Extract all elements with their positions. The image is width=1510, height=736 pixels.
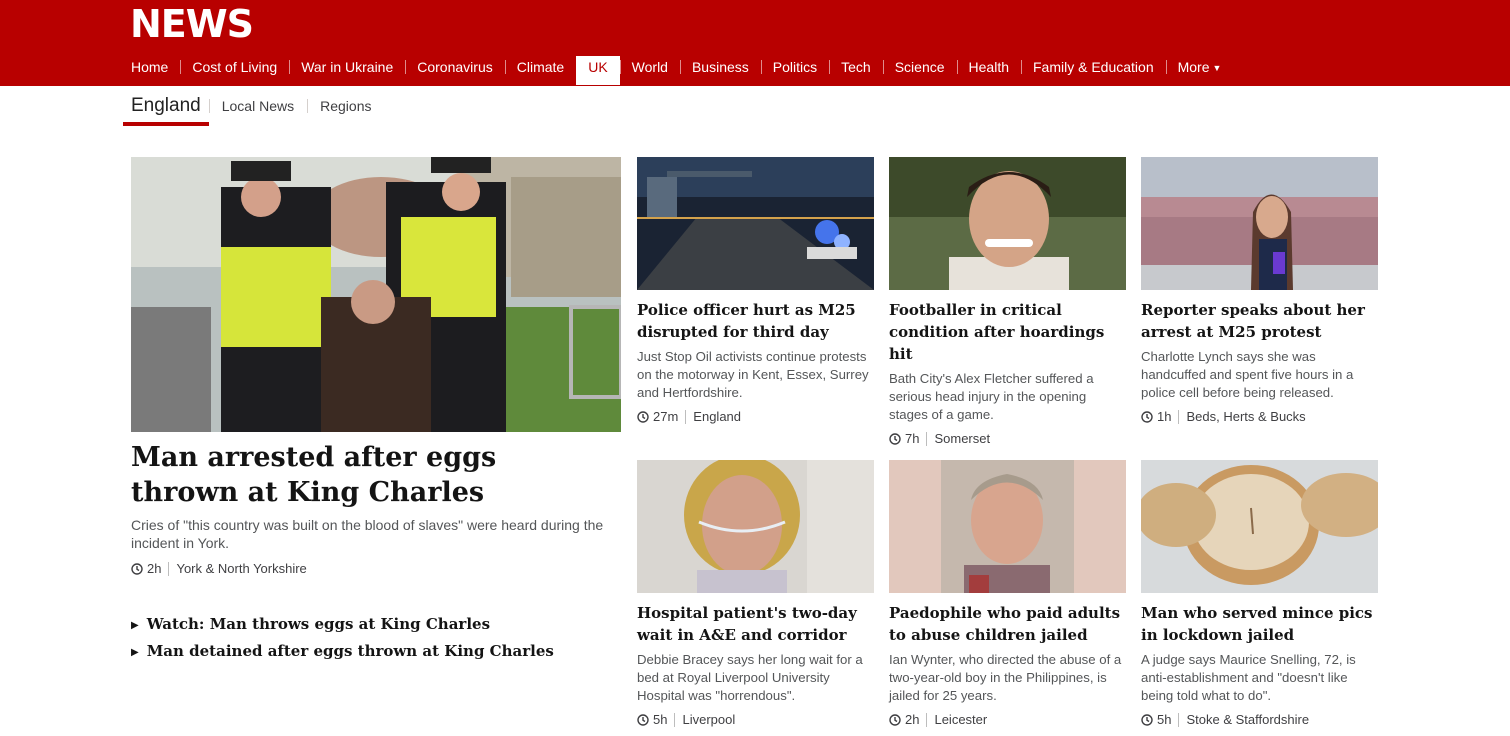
story-meta: 27m England <box>637 409 874 424</box>
nav-item-war-in-ukraine[interactable]: War in Ukraine <box>289 56 405 78</box>
nav-item-cost-of-living[interactable]: Cost of Living <box>180 56 289 78</box>
nav-more-label: More <box>1177 59 1210 75</box>
timestamp: 27m <box>653 409 679 424</box>
story-card[interactable]: Footballer in critical condition after h… <box>889 157 1126 446</box>
nav-item-business[interactable]: Business <box>679 56 761 78</box>
story-card[interactable]: Hospital patient's two-day wait in A&E a… <box>637 460 874 727</box>
divider <box>1178 712 1180 727</box>
story-image[interactable] <box>637 460 874 593</box>
nav-item-climate[interactable]: Climate <box>504 56 576 78</box>
story-title[interactable]: Hospital patient's two-day wait in A&E a… <box>637 602 874 646</box>
nav-item-family-education[interactable]: Family & Education <box>1021 56 1166 78</box>
story-summary: Charlotte Lynch says she was handcuffed … <box>1141 349 1354 400</box>
nav-item-uk[interactable]: UK <box>576 56 620 85</box>
secondary-nav: England Local News Regions <box>123 93 384 126</box>
divider <box>674 712 676 727</box>
related-link-label: Man detained after eggs thrown at King C… <box>146 642 554 660</box>
related-link-watch[interactable]: ▶ Watch: Man throws eggs at King Charles <box>131 612 621 639</box>
region-link[interactable]: Beds, Herts & Bucks <box>1186 409 1305 424</box>
story-title[interactable]: Paedophile who paid adults to abuse chil… <box>889 602 1126 646</box>
region-link[interactable]: Somerset <box>934 431 990 446</box>
region-link[interactable]: Liverpool <box>682 712 735 727</box>
nav-item-coronavirus[interactable]: Coronavirus <box>405 56 504 78</box>
clock-icon <box>1141 713 1153 726</box>
play-triangle-icon: ▶ <box>131 620 139 631</box>
divider <box>926 712 928 727</box>
region-link[interactable]: England <box>693 409 741 424</box>
story-meta: 2h Leicester <box>889 712 1126 727</box>
story-title[interactable]: Police officer hurt as M25 disrupted for… <box>637 299 874 343</box>
timestamp: 7h <box>905 431 920 446</box>
timestamp: 5h <box>653 712 668 727</box>
story-card[interactable]: Man who served mince pics in lockdown ja… <box>1141 460 1378 727</box>
lead-story-meta: 2h York & North Yorkshire <box>131 561 307 576</box>
lead-story-title[interactable]: Man arrested after eggs thrown at King C… <box>131 440 611 510</box>
story-image[interactable] <box>889 157 1126 290</box>
story-image[interactable] <box>1141 460 1378 593</box>
story-meta: 1h Beds, Herts & Bucks <box>1141 409 1378 424</box>
timestamp: 2h <box>147 561 162 576</box>
subnav-item-local-news[interactable]: Local News <box>208 93 307 119</box>
clock-icon <box>889 432 901 445</box>
clock-icon <box>889 713 901 726</box>
story-image[interactable] <box>889 460 1126 593</box>
lead-story-summary: Cries of "this country was built on the … <box>131 517 604 551</box>
story-summary: Ian Wynter, who directed the abuse of a … <box>889 652 1122 703</box>
subnav-item-regions[interactable]: Regions <box>307 93 384 119</box>
story-summary: Just Stop Oil activists continue protest… <box>637 349 869 400</box>
masthead: NEWS Home Cost of Living War in Ukraine … <box>0 0 1510 86</box>
nav-item-politics[interactable]: Politics <box>760 56 829 78</box>
news-logo[interactable]: NEWS <box>130 4 254 44</box>
divider <box>1178 409 1180 424</box>
primary-nav: Home Cost of Living War in Ukraine Coron… <box>119 56 1233 86</box>
story-image[interactable] <box>637 157 874 290</box>
play-triangle-icon: ▶ <box>131 647 139 658</box>
divider <box>926 431 928 446</box>
story-title[interactable]: Man who served mince pics in lockdown ja… <box>1141 602 1378 646</box>
story-title[interactable]: Footballer in critical condition after h… <box>889 299 1126 365</box>
divider <box>168 561 170 576</box>
lead-story-image[interactable] <box>131 157 621 432</box>
region-link[interactable]: Leicester <box>934 712 987 727</box>
caret-down-icon: ▼ <box>1212 63 1222 73</box>
story-meta: 5h Stoke & Staffordshire <box>1141 712 1378 727</box>
region-link[interactable]: Stoke & Staffordshire <box>1186 712 1309 727</box>
story-summary: Debbie Bracey says her long wait for a b… <box>637 652 863 703</box>
story-summary: A judge says Maurice Snelling, 72, is an… <box>1141 652 1356 703</box>
story-title[interactable]: Reporter speaks about her arrest at M25 … <box>1141 299 1378 343</box>
nav-item-health[interactable]: Health <box>956 56 1021 78</box>
related-links: ▶ Watch: Man throws eggs at King Charles … <box>131 612 621 666</box>
story-image[interactable] <box>1141 157 1378 290</box>
nav-more-button[interactable]: More ▼ <box>1165 56 1234 80</box>
timestamp: 1h <box>1157 409 1172 424</box>
related-link-label: Watch: Man throws eggs at King Charles <box>146 615 491 633</box>
related-link-detained[interactable]: ▶ Man detained after eggs thrown at King … <box>131 639 621 666</box>
story-meta: 5h Liverpool <box>637 712 874 727</box>
divider <box>685 409 687 424</box>
story-summary: Bath City's Alex Fletcher suffered a ser… <box>889 371 1094 422</box>
nav-item-tech[interactable]: Tech <box>829 56 883 78</box>
nav-item-home[interactable]: Home <box>119 56 180 78</box>
story-card[interactable]: Police officer hurt as M25 disrupted for… <box>637 157 874 424</box>
story-card[interactable]: Paedophile who paid adults to abuse chil… <box>889 460 1126 727</box>
clock-icon <box>1141 410 1153 423</box>
clock-icon <box>131 562 143 575</box>
nav-item-world[interactable]: World <box>619 56 680 78</box>
region-link[interactable]: York & North Yorkshire <box>176 561 306 576</box>
story-card[interactable]: Reporter speaks about her arrest at M25 … <box>1141 157 1378 424</box>
story-meta: 7h Somerset <box>889 431 1126 446</box>
timestamp: 5h <box>1157 712 1172 727</box>
subnav-item-england[interactable]: England <box>123 93 209 126</box>
timestamp: 2h <box>905 712 920 727</box>
clock-icon <box>637 410 649 423</box>
nav-item-science[interactable]: Science <box>882 56 957 78</box>
clock-icon <box>637 713 649 726</box>
